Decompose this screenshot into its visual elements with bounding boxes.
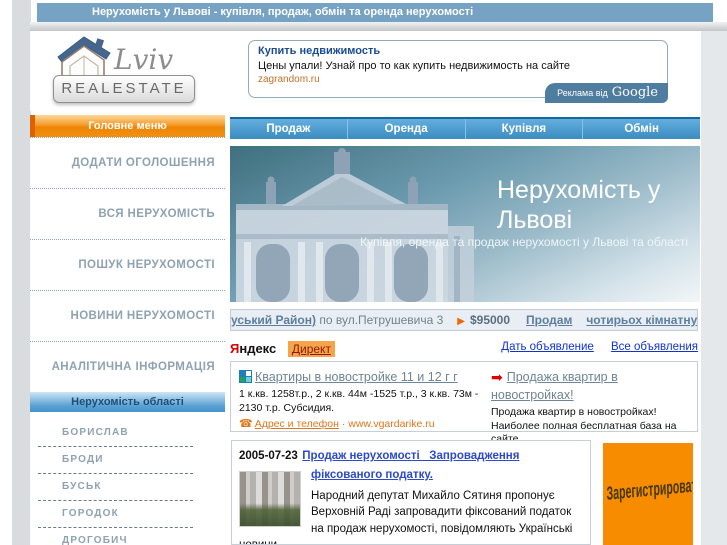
- hero-banner: Нерухомість у Львові Купівля, оренда та …: [230, 146, 700, 302]
- ticker-action-link[interactable]: Продам: [526, 313, 572, 327]
- region-item-boryslav[interactable]: БОРИСЛАВ: [30, 420, 225, 446]
- news-thumbnail: [239, 470, 301, 527]
- tab-sale[interactable]: Продаж: [230, 119, 347, 139]
- yandex-ad-1-footer: ☎ Адрес и телефон · www.vgardarike.ru: [239, 417, 481, 430]
- sidebar-item-search[interactable]: ПОШУК НЕРУХОМОСТІ: [30, 240, 225, 290]
- yandex-ad-1-url[interactable]: www.vgardarike.ru: [348, 418, 434, 430]
- address-phone-link[interactable]: Адрес и телефон: [255, 418, 339, 430]
- sidebar: Головне меню ДОДАТИ ОГОЛОШЕННЯ ВСЯ НЕРУХ…: [30, 115, 225, 545]
- register-ad-banner[interactable]: Зарегистрироваться: [603, 443, 693, 545]
- main-nav: Продаж Оренда Купівля Обмін: [230, 117, 700, 139]
- region-item-drohobych[interactable]: ДРОГОБИЧ: [30, 528, 225, 545]
- yandex-ad-1: Квартиры в новостройке 11 и 12 г г 1 к.к…: [239, 368, 491, 430]
- favicon-icon: [239, 370, 252, 383]
- yandex-logo: Яндекс: [230, 341, 276, 356]
- sidebar-regions-header: Нерухомість області: [30, 392, 225, 412]
- sidebar-main-menu-header: Головне меню: [30, 115, 225, 137]
- news-title-link[interactable]: Продаж нерухомості Запровадження фіксова…: [302, 450, 519, 481]
- yandex-ads-box: Квартиры в новостройке 11 и 12 г г 1 к.к…: [230, 361, 698, 461]
- news-date: 2005-07-23: [239, 450, 298, 462]
- tab-buy[interactable]: Купівля: [464, 119, 583, 139]
- page: Нерухомість у Львові - купівля, продаж, …: [0, 0, 727, 545]
- tab-rent[interactable]: Оренда: [346, 119, 465, 139]
- logo-script-text: Lviv: [114, 43, 174, 76]
- yandex-logo-initial: Я: [230, 341, 240, 356]
- phone-icon: ☎: [239, 418, 253, 431]
- yandex-ad-1-body: 1 к.кв. 1258т.р., 2 к.кв. 44м -1525 т.р.…: [239, 388, 479, 414]
- hero-subtitle: Купівля, оренда та продаж нерухомості у …: [360, 235, 688, 249]
- sidebar-item-analytics[interactable]: АНАЛІТИЧНА ІНФОРМАЦІЯ: [30, 342, 225, 392]
- window-right-band: [701, 30, 727, 545]
- realestate-button[interactable]: REALESTATE: [53, 75, 195, 103]
- window-left-band: [12, 0, 31, 545]
- region-item-brody[interactable]: БРОДИ: [30, 447, 225, 473]
- sidebar-item-all-realestate[interactable]: ВСЯ НЕРУХОМІСТЬ: [30, 189, 225, 239]
- ticker-price: $95000: [469, 313, 511, 327]
- yandex-logo-rest: ндекс: [239, 341, 277, 356]
- site-logo[interactable]: Lviv REALESTATE: [36, 33, 236, 109]
- sidebar-item-news[interactable]: НОВИНИ НЕРУХОМОСТІ: [30, 291, 225, 341]
- ticker-object-link[interactable]: чотирьох кімнатну квартиру: [586, 313, 697, 327]
- sidebar-item-add-listing[interactable]: ДОДАТИ ОГОЛОШЕННЯ: [30, 138, 225, 188]
- ticker-address: по вул.Петрушевича 3: [316, 313, 444, 327]
- ticker-triangle-icon: ▶: [457, 316, 465, 327]
- yandex-header-links: Дать объявление Все объявления: [487, 341, 698, 353]
- news-item: 2005-07-23 Продаж нерухомості Запровадже…: [231, 440, 591, 545]
- red-arrow-icon: ➡: [491, 369, 503, 385]
- opera-house-image: [236, 148, 474, 302]
- yandex-direct-header: Яндекс Директ Дать объявление Все объявл…: [230, 341, 698, 358]
- yandex-ad-1-title-link[interactable]: Квартиры в новостройке 11 и 12 г г: [255, 370, 458, 384]
- tab-exchange[interactable]: Обмін: [582, 119, 700, 139]
- ticker-district-link[interactable]: уський Район): [231, 313, 316, 327]
- listings-ticker: уський Район) по вул.Петрушевича 3 ▶ $9500…: [230, 309, 698, 331]
- all-ads-link[interactable]: Все объявления: [611, 341, 698, 353]
- yandex-direct-link[interactable]: Директ: [287, 341, 335, 357]
- place-ad-link[interactable]: Дать объявление: [501, 341, 594, 353]
- yandex-ad-2: ➡ Продажа квартир в новостройках! Продажа…: [491, 368, 689, 461]
- hero-title: Нерухомість у Львові: [497, 176, 661, 234]
- register-ad-text: Зарегистрироваться: [606, 474, 693, 505]
- region-item-busk[interactable]: БУСЬК: [30, 474, 225, 500]
- yandex-ad-2-title-link[interactable]: Продажа квартир в новостройках!: [491, 370, 618, 402]
- region-item-horodok[interactable]: ГОРОДОК: [30, 501, 225, 527]
- footer-separator: ·: [338, 418, 349, 431]
- region-list: БОРИСЛАВ БРОДИ БУСЬК ГОРОДОК ДРОГОБИЧ: [30, 412, 225, 545]
- main-content: Продаж Оренда Купівля Обмін Нерухомість …: [230, 0, 700, 545]
